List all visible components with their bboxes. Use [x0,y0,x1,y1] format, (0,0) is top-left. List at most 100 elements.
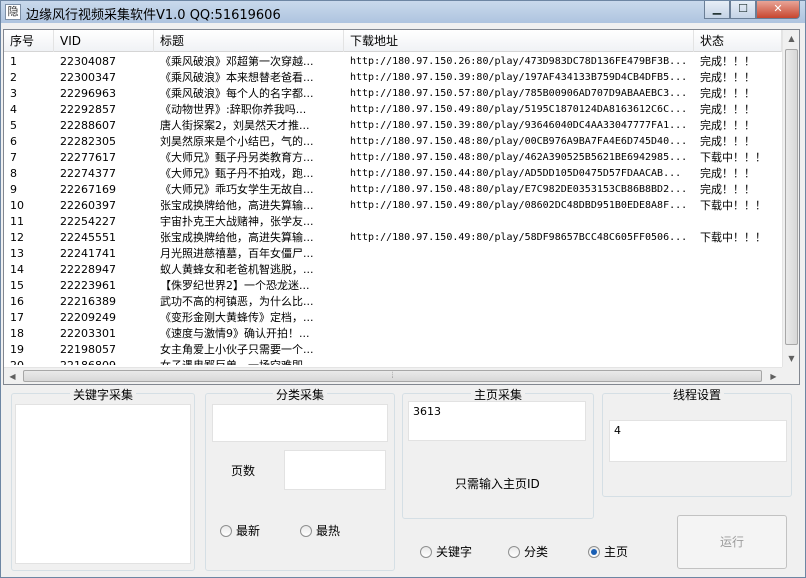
cell-url [350,342,690,358]
cell-index: 12 [10,231,24,244]
cell-index: 15 [10,279,24,292]
table-row[interactable]: 15 22223961 【侏罗纪世界2】一个恐龙迷... [4,278,782,294]
mode-radio-homepage[interactable]: 主页 [588,543,628,560]
cell-vid: 22274377 [60,167,116,180]
cell-status: 完成！！！ [700,167,755,180]
cell-index: 4 [10,103,17,116]
vertical-scroll-thumb[interactable] [785,49,798,345]
mode-radio-keyword[interactable]: 关键字 [420,543,472,560]
table-row[interactable]: 17 22209249 《变形金刚大黄蜂传》定档，... [4,310,782,326]
cell-url [350,326,690,342]
cell-title: 《乘风破浪》本来想替老爸看... [160,71,314,84]
table-row[interactable]: 4 22292857 《动物世界》:辞职你养我吗... http://180.97.1… [4,102,782,118]
radio-latest-indicator[interactable] [220,524,232,537]
cell-vid: 22228947 [60,263,116,276]
mode-homepage-indicator[interactable] [588,545,600,558]
cell-status: 完成！！！ [700,87,755,100]
table-row[interactable]: 16 22216389 武功不高的柯镇恶，为什么比... [4,294,782,310]
table-row[interactable]: 10 22260397 张宝成换牌给他，高进失算输... http://180.97.… [4,198,782,214]
cell-status: 完成！！！ [700,71,755,84]
horizontal-scroll-thumb[interactable]: ⦙ [23,370,762,382]
column-header-status[interactable]: 状态 [694,30,782,52]
cell-status: 完成！！！ [700,55,755,68]
cell-title: 《乘风破浪》邓超第一次穿越... [160,55,314,68]
pages-input[interactable] [284,450,386,490]
table-row[interactable]: 11 22254227 宇宙扑克王大战赌神，张学友... [4,214,782,230]
cell-url [350,294,690,310]
table-row[interactable]: 20 22186809 女子遇卑鄙巨兽，一场空难即... [4,358,782,365]
run-button[interactable]: 运行 [677,515,787,569]
category-input[interactable] [212,404,388,442]
cell-title: 张宝成换牌给他，高进失算输... [160,231,314,244]
homepage-id-input[interactable]: 3613 [408,401,586,441]
cell-index: 13 [10,247,24,260]
maximize-button[interactable]: ☐ [730,1,756,19]
table-row[interactable]: 14 22228947 蚁人黄蜂女和老爸机智逃脱，... [4,262,782,278]
cell-status: 下载中！！！ [700,231,766,244]
cell-title: 女主角爱上小伙子只需要一个... [160,343,314,356]
cell-status [700,358,782,365]
mode-category-indicator[interactable] [508,545,520,558]
table-row[interactable]: 2 22300347 《乘风破浪》本来想替老爸看... http://180.97.1… [4,70,782,86]
cell-url [350,310,690,326]
radio-latest[interactable]: 最新 [220,522,260,539]
cell-vid: 22300347 [60,71,116,84]
column-header-title[interactable]: 标题 [154,30,344,52]
homepage-hint: 只需输入主页ID [455,477,540,491]
scroll-down-icon[interactable]: ▼ [783,350,799,367]
cell-index: 10 [10,199,24,212]
cell-title: 武功不高的柯镇恶，为什么比... [160,295,314,308]
table-row[interactable]: 1 22304087 《乘风破浪》邓超第一次穿越... http://180.97.1… [4,54,782,70]
scroll-up-icon[interactable]: ▲ [783,30,799,47]
thread-setting-group: 线程设置 4 [602,388,792,497]
cell-title: 《变形金刚大黄蜂传》定档，... [160,311,314,324]
thread-count-input[interactable]: 4 [609,420,787,462]
cell-status [700,214,782,230]
radio-hottest-indicator[interactable] [300,524,312,537]
table-row[interactable]: 9 22267169 《大师兄》乖巧女学生无故自... http://180.97.1… [4,182,782,198]
cell-title: 刘昊然原来是个小结巴，气的... [160,135,314,148]
cell-index: 11 [10,215,24,228]
title-bar[interactable]: 隐 边缘风行视频采集软件V1.0 QQ:51619606 ▁ ☐ ✕ [1,1,805,23]
table-row[interactable]: 3 22296963 《乘风破浪》每个人的名字都... http://180.97.1… [4,86,782,102]
cell-vid: 22216389 [60,295,116,308]
cell-url: http://180.97.150.48:80/play/E7C982DE035… [350,184,688,195]
table-row[interactable]: 6 22282305 刘昊然原来是个小结巴，气的... http://180.97.1… [4,134,782,150]
cell-vid: 22186809 [60,358,152,365]
scroll-left-icon[interactable]: ◀ [4,368,21,384]
cell-url: http://180.97.150.48:80/play/462A390525B… [350,152,688,163]
horizontal-scrollbar[interactable]: ◀ ⦙ ▶ [4,367,782,384]
cell-title: 【侏罗纪世界2】一个恐龙迷... [160,279,310,292]
table-row[interactable]: 13 22241741 月光照进慈禧墓，百年女僵尸... [4,246,782,262]
cell-url [350,358,690,365]
minimize-button[interactable]: ▁ [704,1,730,19]
cell-index: 17 [10,311,24,324]
table-row[interactable]: 18 22203301 《速度与激情9》确认开拍！... [4,326,782,342]
table-row[interactable]: 8 22274377 《大师兄》甄子丹不拍戏，跑... http://180.97.1… [4,166,782,182]
cell-status: 下载中！！！ [700,199,766,212]
list-header: 序号 VID 标题 下载地址 状态 [4,30,782,52]
cell-url: http://180.97.150.39:80/play/197AF434133… [350,72,688,83]
mode-keyword-indicator[interactable] [420,545,432,558]
table-row[interactable]: 19 22198057 女主角爱上小伙子只需要一个... [4,342,782,358]
table-row[interactable]: 5 22288607 唐人街探案2，刘昊然天才推... http://180.97.1… [4,118,782,134]
keyword-input[interactable] [15,404,191,564]
table-row[interactable]: 12 22245551 张宝成换牌给他，高进失算输... http://180.97.… [4,230,782,246]
column-header-url[interactable]: 下载地址 [344,30,694,52]
column-header-vid[interactable]: VID [54,30,154,52]
column-header-index[interactable]: 序号 [4,30,54,52]
radio-hottest[interactable]: 最热 [300,522,340,539]
cell-status: 下载中！！！ [700,151,766,164]
close-button[interactable]: ✕ [756,1,800,19]
pages-label: 页数 [231,464,256,478]
cell-index: 20 [10,358,54,365]
window-title: 边缘风行视频采集软件V1.0 QQ:51619606 [26,8,281,23]
table-row[interactable]: 7 22277617 《大师兄》甄子丹另类教育方... http://180.97.1… [4,150,782,166]
vertical-scrollbar[interactable]: ▲ ▼ [782,30,799,367]
cell-url: http://180.97.150.26:80/play/473D983DC78… [350,56,688,67]
video-list[interactable]: 序号 VID 标题 下载地址 状态 1 22304087 《乘风破浪》邓超第一次穿越… [3,29,800,385]
mode-radio-category[interactable]: 分类 [508,543,548,560]
cell-index: 9 [10,183,17,196]
scroll-right-icon[interactable]: ▶ [765,368,782,384]
cell-title: 《乘风破浪》每个人的名字都... [160,87,314,100]
